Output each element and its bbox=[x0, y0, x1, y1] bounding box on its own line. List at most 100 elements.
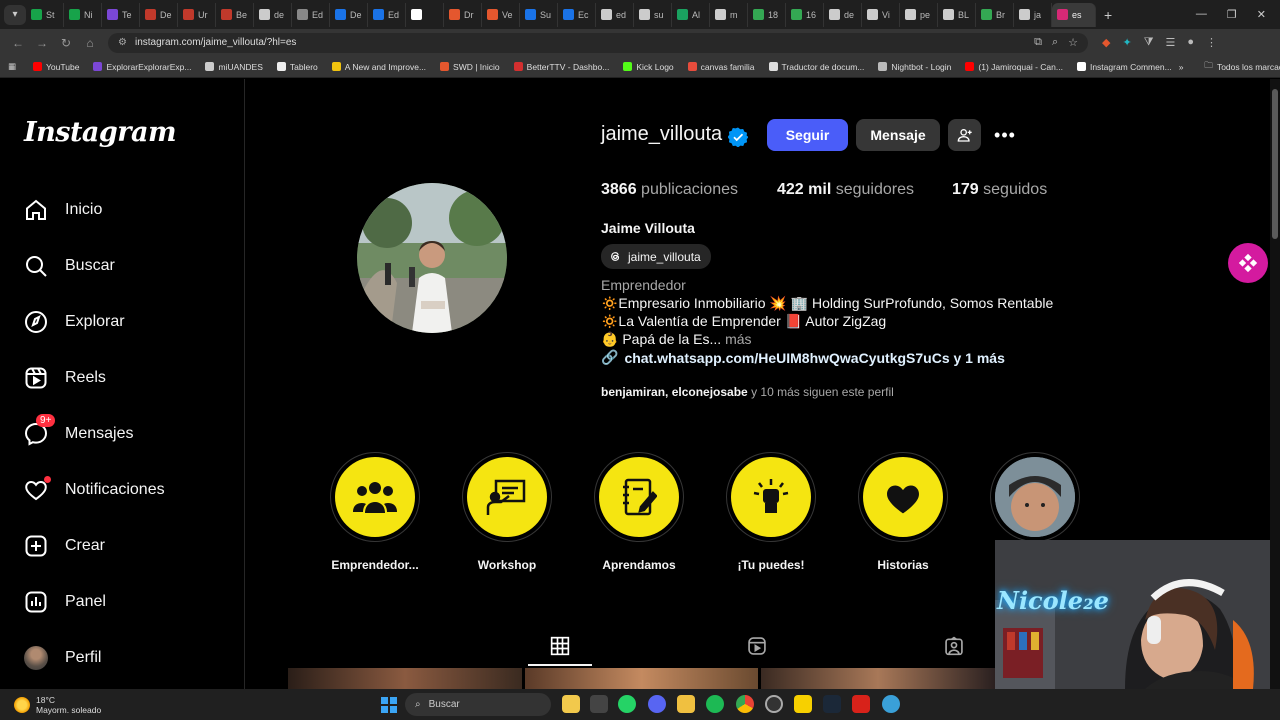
sidebar-item-panel[interactable]: Panel bbox=[24, 587, 106, 617]
bookmark-item[interactable]: Nightbot - Login bbox=[871, 62, 958, 72]
browser-tab[interactable]: Ec bbox=[558, 2, 596, 27]
install-icon[interactable]: ⧉ bbox=[1034, 36, 1042, 49]
forward-icon[interactable]: → bbox=[30, 36, 54, 50]
maximize-icon[interactable]: ❐ bbox=[1227, 8, 1237, 21]
weather-widget[interactable]: 18°C Mayorm. soleado bbox=[0, 695, 101, 715]
browser-tab[interactable]: Ni bbox=[64, 2, 102, 27]
browser-tab[interactable]: Br bbox=[976, 2, 1014, 27]
followers-stat[interactable]: 422 mil seguidores bbox=[777, 181, 914, 199]
bookmark-item[interactable]: ExplorarExplorarExp... bbox=[86, 62, 198, 72]
sidebar-item-notificaciones[interactable]: Notificaciones bbox=[24, 475, 165, 505]
minimize-icon[interactable]: — bbox=[1196, 8, 1207, 21]
sidebar-item-buscar[interactable]: Buscar bbox=[24, 251, 115, 281]
browser-tab[interactable]: Ur bbox=[178, 2, 216, 27]
scrollbar-thumb[interactable] bbox=[1272, 89, 1278, 239]
close-icon[interactable]: ✕ bbox=[1257, 8, 1266, 21]
highlight-emprendedor[interactable]: Emprendedor... bbox=[330, 452, 420, 572]
follow-button[interactable]: Seguir bbox=[767, 119, 848, 151]
browser-tab[interactable]: Al bbox=[672, 2, 710, 27]
sidebar-item-reels[interactable]: Reels bbox=[24, 363, 106, 393]
taskbar-spotify-icon[interactable] bbox=[706, 695, 724, 713]
bookmark-item[interactable]: Tablero bbox=[270, 62, 325, 72]
browser-tab[interactable]: 16 bbox=[786, 2, 824, 27]
post-thumbnail[interactable] bbox=[524, 668, 759, 689]
tab-posts[interactable] bbox=[546, 632, 574, 660]
sidebar-item-explorar[interactable]: Explorar bbox=[24, 307, 125, 337]
browser-tab[interactable]: Vi bbox=[862, 2, 900, 27]
tab-groups-icon[interactable]: ☰ bbox=[1166, 36, 1176, 49]
browser-tab[interactable]: de bbox=[254, 2, 292, 27]
taskbar-folder-icon[interactable] bbox=[677, 695, 695, 713]
bookmark-item[interactable]: Kick Logo bbox=[616, 62, 680, 72]
bookmark-item[interactable]: A New and Improve... bbox=[325, 62, 433, 72]
browser-tab[interactable]: 18 bbox=[748, 2, 786, 27]
browser-tab[interactable]: De bbox=[330, 2, 368, 27]
bookmark-star-icon[interactable]: ☆ bbox=[1068, 36, 1078, 49]
suggested-users-button[interactable] bbox=[948, 119, 981, 151]
tab-reels[interactable] bbox=[743, 632, 771, 660]
post-thumbnail[interactable] bbox=[288, 668, 522, 689]
browser-tab[interactable]: Te bbox=[102, 2, 140, 27]
browser-tab[interactable] bbox=[406, 2, 444, 27]
bookmark-item[interactable]: Traductor de docum... bbox=[762, 62, 872, 72]
message-button[interactable]: Mensaje bbox=[856, 119, 940, 151]
browser-tab[interactable]: Dr bbox=[444, 2, 482, 27]
profile-link[interactable]: 🔗 chat.whatsapp.com/HeUIM8hwQwaCyutkgS7u… bbox=[601, 349, 1005, 366]
page-scrollbar[interactable] bbox=[1270, 79, 1280, 689]
taskbar-search[interactable]: ⌕ Buscar bbox=[405, 693, 551, 716]
instagram-logo[interactable]: Instagram bbox=[24, 117, 177, 148]
taskbar-discord-icon[interactable] bbox=[648, 695, 666, 713]
tab-search-button[interactable]: ▾ bbox=[4, 4, 26, 25]
all-bookmarks-folder[interactable]: 🗀 Todos los marcadores bbox=[1197, 60, 1280, 74]
browser-tab[interactable]: Be bbox=[216, 2, 254, 27]
start-button[interactable] bbox=[381, 697, 397, 713]
taskbar-steam-icon[interactable] bbox=[823, 695, 841, 713]
home-browser-icon[interactable]: ⌂ bbox=[78, 36, 102, 50]
profile-avatar[interactable] bbox=[357, 183, 507, 333]
taskbar-obs-icon[interactable] bbox=[765, 695, 783, 713]
taskbar-chrome-icon[interactable] bbox=[736, 695, 754, 713]
sidebar-item-mensajes[interactable]: 9+ Mensajes bbox=[24, 414, 133, 449]
extension-bttv-icon[interactable]: ✦ bbox=[1122, 36, 1131, 49]
taskbar-notes-icon[interactable] bbox=[562, 695, 580, 713]
browser-tab[interactable]: St bbox=[26, 2, 64, 27]
back-icon[interactable]: ← bbox=[6, 36, 30, 50]
extensions-puzzle-icon[interactable]: ⧩ bbox=[1144, 36, 1154, 49]
browser-tab[interactable]: Ve bbox=[482, 2, 520, 27]
taskbar-acrobat-icon[interactable] bbox=[852, 695, 870, 713]
bookmark-item[interactable]: BetterTTV - Dashbo... bbox=[507, 62, 617, 72]
highlight-aprendamos[interactable]: Aprendamos bbox=[594, 452, 684, 572]
more-options-icon[interactable]: ••• bbox=[993, 124, 1017, 146]
sidebar-item-inicio[interactable]: Inicio bbox=[24, 195, 102, 225]
browser-tab[interactable]: Su bbox=[520, 2, 558, 27]
browser-tab[interactable]: su bbox=[634, 2, 672, 27]
threads-link[interactable]: jaime_villouta bbox=[601, 244, 711, 269]
highlight-workshop[interactable]: Workshop bbox=[462, 452, 552, 572]
bookmarks-overflow-icon[interactable]: » bbox=[1179, 62, 1184, 72]
apps-grid-icon[interactable]: ▦ bbox=[6, 61, 26, 72]
bookmark-item[interactable]: (1) Jamiroquai - Can... bbox=[958, 62, 1070, 72]
browser-tab[interactable]: m bbox=[710, 2, 748, 27]
zoom-icon[interactable]: ⌕ bbox=[1052, 36, 1058, 49]
following-stat[interactable]: 179 seguidos bbox=[952, 181, 1047, 199]
browser-tab[interactable]: Ed bbox=[368, 2, 406, 27]
new-tab-button[interactable]: + bbox=[1096, 7, 1120, 23]
browser-tab[interactable]: de bbox=[824, 2, 862, 27]
profile-avatar-icon[interactable]: ● bbox=[1187, 36, 1194, 49]
highlight-historias[interactable]: Historias bbox=[858, 452, 948, 572]
taskbar-snip-icon[interactable] bbox=[590, 695, 608, 713]
bookmark-item[interactable]: Instagram Commen... bbox=[1070, 62, 1179, 72]
bookmark-item[interactable]: canvas familia bbox=[681, 62, 762, 72]
post-thumbnail[interactable] bbox=[761, 668, 996, 689]
followed-by[interactable]: benjamiran, elconejosabe y 10 más siguen… bbox=[601, 385, 894, 399]
bookmark-item[interactable]: miUANDES bbox=[198, 62, 269, 72]
taskbar-sticky-icon[interactable] bbox=[794, 695, 812, 713]
taskbar-whatsapp-icon[interactable] bbox=[618, 695, 636, 713]
sidebar-item-perfil[interactable]: Perfil bbox=[24, 643, 101, 673]
browser-tab[interactable]: Ed bbox=[292, 2, 330, 27]
browser-tab[interactable]: pe bbox=[900, 2, 938, 27]
browser-tab[interactable]: es bbox=[1052, 2, 1096, 27]
browser-tab[interactable]: BL bbox=[938, 2, 976, 27]
extension-fox-icon[interactable]: ◆ bbox=[1102, 36, 1110, 49]
bio-more-link[interactable]: más bbox=[725, 331, 751, 347]
